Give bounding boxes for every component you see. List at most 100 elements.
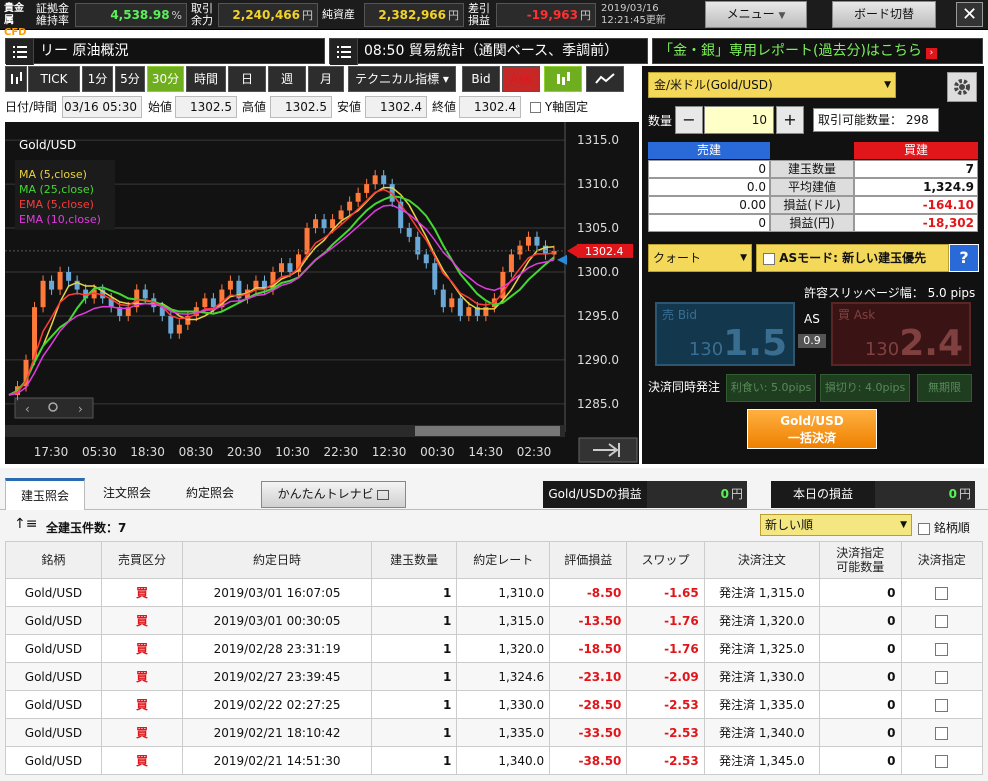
- settle-select-checkbox[interactable]: [935, 670, 949, 684]
- news-ticker-1[interactable]: リー 原油概況: [5, 38, 325, 65]
- table-row[interactable]: Gold/USD 買 2019/02/22 02:27:25 1 1,330.0 -28.…: [5, 690, 984, 719]
- col-header-5[interactable]: 評価損益: [549, 541, 628, 579]
- candle-body: [176, 324, 182, 334]
- tab-positions[interactable]: 建玉照会: [5, 478, 85, 510]
- list-menu-icon[interactable]: [6, 39, 34, 65]
- settle-select-cell[interactable]: [900, 578, 984, 607]
- settle-select-checkbox[interactable]: [935, 754, 949, 768]
- ask-toggle[interactable]: Ask: [502, 66, 540, 92]
- y-fix-checkbox[interactable]: Y軸固定: [530, 96, 588, 118]
- stop-loss-button[interactable]: 損切り: 4.0pips: [820, 374, 910, 402]
- cell-2: 2019/02/28 23:31:19: [182, 634, 372, 663]
- y-fix-box[interactable]: [530, 102, 541, 113]
- timeframe-7[interactable]: 月: [308, 66, 344, 92]
- prev-icon[interactable]: ‹: [25, 402, 30, 416]
- col-header-6[interactable]: スワップ: [626, 541, 705, 579]
- col-header-9[interactable]: 決済指定: [900, 541, 984, 579]
- timeframe-6[interactable]: 週: [268, 66, 306, 92]
- next-icon[interactable]: ›: [78, 402, 83, 416]
- expiry-button[interactable]: 無期限: [917, 374, 972, 402]
- line-chart-button[interactable]: [586, 66, 624, 92]
- timeframe-0[interactable]: TICK: [28, 66, 80, 92]
- list-menu-icon[interactable]: [330, 39, 358, 65]
- close-value: 1302.4: [459, 96, 521, 118]
- cell-4: 1,340.0: [456, 746, 551, 775]
- settle-select-cell[interactable]: [900, 662, 984, 691]
- col-header-3[interactable]: 建玉数量: [370, 541, 458, 579]
- candle-type-icon[interactable]: [5, 66, 27, 92]
- cell-8: 0: [819, 718, 902, 747]
- col-header-4[interactable]: 約定レート: [456, 541, 551, 579]
- help-icon[interactable]: ?: [949, 244, 979, 272]
- settle-select-checkbox[interactable]: [935, 614, 949, 628]
- cell-1: 買: [100, 746, 184, 775]
- chart-scrollbar-thumb[interactable]: [415, 426, 560, 436]
- symbol-select[interactable]: 金/米ドル(Gold/USD) ▼: [648, 72, 896, 98]
- gear-icon[interactable]: [947, 72, 977, 102]
- close-icon[interactable]: ✕: [956, 2, 983, 27]
- bid-toggle[interactable]: Bid: [462, 66, 500, 92]
- cell-1: 買: [100, 662, 184, 691]
- col-header-1[interactable]: 売買区分: [100, 541, 184, 579]
- sort-order-icon[interactable]: ↑≡: [14, 516, 37, 532]
- timeframe-5[interactable]: 日: [228, 66, 266, 92]
- settle-select-cell[interactable]: [900, 606, 984, 635]
- timeframe-4[interactable]: 時間: [186, 66, 226, 92]
- timeframe-2[interactable]: 5分: [115, 66, 145, 92]
- timeframe-1[interactable]: 1分: [82, 66, 113, 92]
- settle-select-cell[interactable]: [900, 634, 984, 663]
- buy-ask-button[interactable]: 買 Ask 1302.4: [831, 302, 971, 366]
- as-mode-checkbox[interactable]: [763, 252, 775, 265]
- close-label: 終値: [432, 100, 457, 114]
- board-switch-button[interactable]: ボード切替: [832, 1, 936, 28]
- report-link[interactable]: 「金・銀」専用レポート(過去分)はこちら ›: [652, 38, 983, 64]
- settle-select-checkbox[interactable]: [935, 698, 949, 712]
- settle-select-checkbox[interactable]: [935, 586, 949, 600]
- settle-select-cell[interactable]: [900, 746, 984, 775]
- table-row[interactable]: Gold/USD 買 2019/02/27 23:39:45 1 1,324.6 -23.…: [5, 662, 984, 691]
- cell-3: 1: [370, 718, 458, 747]
- close-all-button[interactable]: Gold/USD 一括決済: [747, 409, 877, 449]
- avail-value: 2,240,466: [232, 8, 300, 22]
- news-ticker-2[interactable]: 08:50 貿易統計（通関ベース、季調前）: [329, 38, 648, 65]
- sort-select[interactable]: 新しい順 ▼: [760, 514, 912, 536]
- settle-select-checkbox[interactable]: [935, 726, 949, 740]
- qty-plus-button[interactable]: +: [776, 106, 804, 134]
- take-profit-button[interactable]: 利食い: 5.0pips: [726, 374, 816, 402]
- y-fix-label: Y軸固定: [544, 100, 589, 114]
- chart-svg[interactable]: 1315.0 1310.0 1305.0 1300.0 1295.0 1290.0 1285…: [5, 122, 639, 464]
- brand-sort-toggle[interactable]: 銘柄順: [918, 519, 970, 536]
- menu-button[interactable]: メニュー ▼: [705, 1, 807, 28]
- table-row[interactable]: Gold/USD 買 2019/02/28 23:31:19 1 1,320.0 -18.…: [5, 634, 984, 663]
- candle-body: [457, 298, 463, 316]
- table-row[interactable]: Gold/USD 買 2019/03/01 00:30:05 1 1,315.0 -13.…: [5, 606, 984, 635]
- settle-select-cell[interactable]: [900, 690, 984, 719]
- cell-5: -18.50: [549, 634, 628, 663]
- table-body: Gold/USD 買 2019/03/01 16:07:05 1 1,310.0 -8.5…: [5, 578, 984, 775]
- tab-orders[interactable]: 注文照会: [88, 478, 166, 510]
- col-header-8[interactable]: 決済指定 可能数量: [819, 541, 902, 579]
- order-type-select[interactable]: クォート ▼: [648, 244, 752, 272]
- price-chart[interactable]: 1315.0 1310.0 1305.0 1300.0 1295.0 1290.0 1285…: [5, 122, 639, 464]
- candle-body: [466, 307, 472, 316]
- qty-input[interactable]: 10: [704, 106, 774, 134]
- timeframe-3[interactable]: 30分: [147, 66, 184, 92]
- avail-unit: 円: [302, 9, 313, 22]
- cell-5: -8.50: [549, 578, 628, 607]
- col-header-0[interactable]: 銘柄: [5, 541, 102, 579]
- table-row[interactable]: Gold/USD 買 2019/02/21 14:51:30 1 1,340.0 -38.…: [5, 746, 984, 775]
- technical-indicator-dropdown[interactable]: テクニカル指標 ▾: [348, 66, 456, 92]
- candle-chart-button[interactable]: [544, 66, 582, 92]
- table-row[interactable]: Gold/USD 買 2019/02/21 18:10:42 1 1,335.0 -33.…: [5, 718, 984, 747]
- settle-select-cell[interactable]: [900, 718, 984, 747]
- easy-trade-navi-button[interactable]: かんたんトレナビ: [261, 481, 406, 508]
- col-header-7[interactable]: 決済注文: [703, 541, 821, 579]
- settle-select-checkbox[interactable]: [935, 642, 949, 656]
- qty-minus-button[interactable]: −: [675, 106, 703, 134]
- as-mode-toggle[interactable]: ASモード: 新しい建玉優先: [756, 244, 949, 272]
- brand-sort-checkbox[interactable]: [918, 522, 930, 535]
- table-row[interactable]: Gold/USD 買 2019/03/01 16:07:05 1 1,310.0 -8.5…: [5, 578, 984, 607]
- sell-bid-button[interactable]: 売 Bid 1301.5: [655, 302, 795, 366]
- tab-executions[interactable]: 約定照会: [170, 478, 250, 510]
- col-header-2[interactable]: 約定日時: [182, 541, 372, 579]
